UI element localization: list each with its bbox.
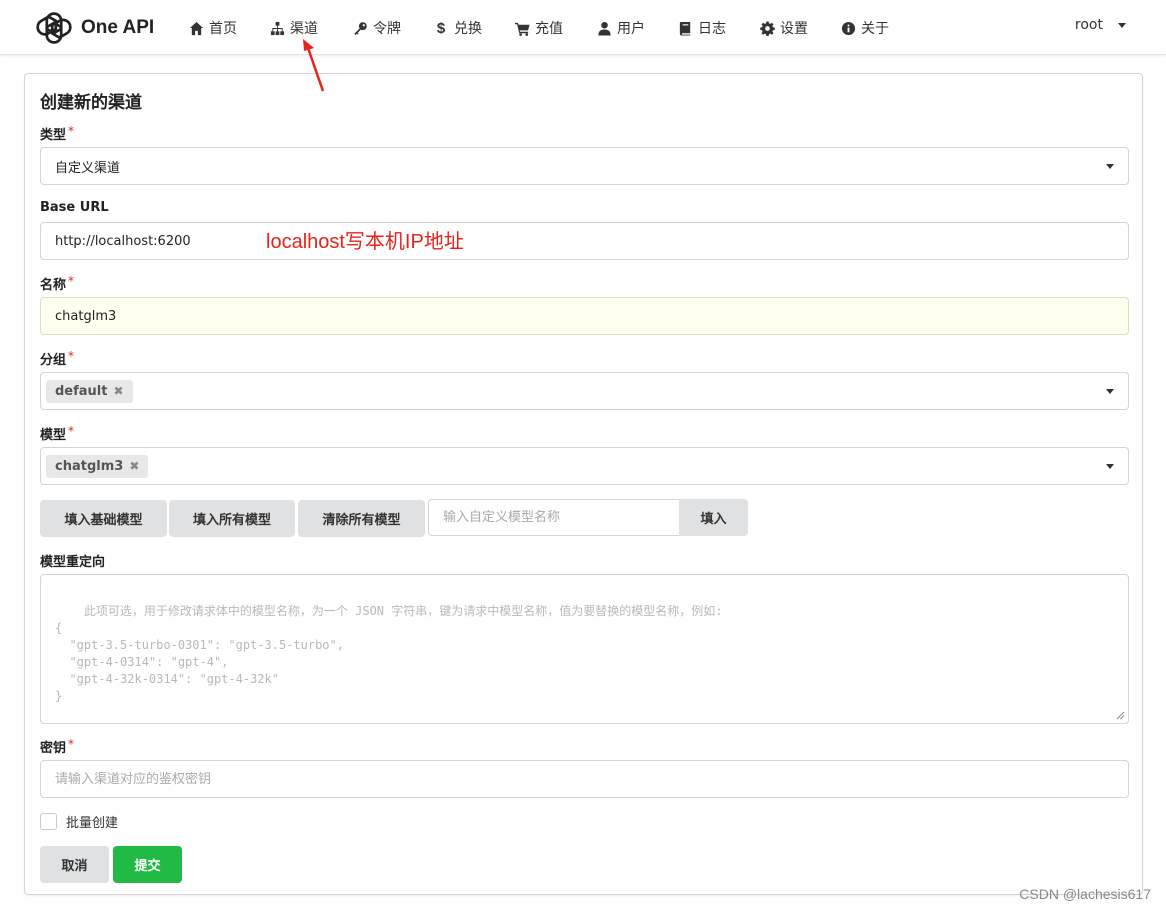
base-url-input[interactable] [40, 222, 1129, 260]
name-input[interactable] [40, 297, 1129, 335]
watermark: CSDN @lachesis617 [1019, 886, 1151, 902]
group-multiselect[interactable]: default ✖ [40, 372, 1129, 410]
nav-settings-label: 设置 [780, 21, 808, 37]
model-mapping-placeholder: 此项可选，用于修改请求体中的模型名称，为一个 JSON 字符串，键为请求中模型名… [55, 604, 723, 703]
cancel-button[interactable]: 取消 [40, 846, 109, 883]
models-label-text: 模型 [40, 428, 67, 443]
custom-model-input[interactable] [428, 499, 679, 536]
home-icon [188, 20, 204, 36]
type-label: 类型 * [40, 124, 74, 143]
page-title: 创建新的渠道 [40, 93, 142, 113]
base-url-input-field[interactable] [55, 233, 1128, 249]
book-icon [677, 20, 693, 36]
models-label: 模型 * [40, 424, 74, 443]
nav-about[interactable]: 关于 [840, 17, 889, 39]
close-icon[interactable]: ✖ [129, 459, 139, 473]
create-channel-card: 创建新的渠道 类型* 自定义渠道 Base URL 名称* 分组* defaul… [24, 73, 1143, 895]
nav-tokens-label: 令牌 [373, 21, 401, 37]
nav-channels-label: 渠道 [290, 21, 318, 37]
gear-icon [759, 20, 775, 36]
nav-users[interactable]: 用户 [596, 17, 645, 39]
required-asterisk: * [68, 737, 75, 751]
type-label-text: 类型 [40, 128, 67, 143]
dollar-icon: $ [436, 19, 446, 37]
name-label-text: 名称 [40, 278, 67, 293]
nav-redeem-label: 兑换 [454, 21, 482, 37]
close-icon[interactable]: ✖ [113, 384, 123, 398]
model-mapping-label: 模型重定向 [40, 555, 106, 570]
dropdown-caret-icon [1106, 389, 1114, 394]
resize-grip-icon[interactable] [1116, 711, 1125, 720]
openai-logo-icon [36, 12, 72, 44]
batch-create-label: 批量创建 [66, 816, 119, 831]
nav-tokens[interactable]: 令牌 [352, 17, 401, 39]
nav-home-label: 首页 [209, 21, 237, 37]
nav-redeem[interactable]: $ 兑换 [433, 17, 482, 39]
dropdown-caret-icon [1106, 464, 1114, 469]
user-menu[interactable]: root [1075, 17, 1126, 33]
batch-create-toggle[interactable]: 批量创建 [40, 812, 118, 831]
name-input-field[interactable] [55, 308, 1128, 324]
cart-icon [514, 20, 530, 36]
key-icon [352, 20, 368, 36]
models-multiselect[interactable]: chatglm3 ✖ [40, 447, 1129, 485]
group-label-text: 分组 [40, 353, 67, 368]
user-name: root [1074, 17, 1103, 33]
key-label: 密钥 * [40, 737, 74, 756]
nav-users-label: 用户 [617, 21, 645, 37]
nav-logs-label: 日志 [698, 21, 726, 37]
clear-all-models-button[interactable]: 清除所有模型 [298, 500, 425, 537]
annotation-text: localhost写本机IP地址 [266, 231, 464, 253]
required-asterisk: * [68, 424, 75, 438]
brand[interactable]: One API [36, 10, 154, 46]
group-chip-label: default [55, 383, 108, 399]
brand-name: One API [81, 17, 155, 38]
required-asterisk: * [68, 349, 75, 363]
key-input[interactable] [40, 760, 1129, 798]
group-label: 分组 * [40, 349, 74, 368]
type-select-value: 自定义渠道 [55, 160, 121, 176]
nav-topup-label: 充值 [535, 21, 563, 37]
chevron-down-icon [1118, 22, 1126, 28]
batch-create-checkbox[interactable] [40, 813, 57, 830]
key-input-field[interactable] [55, 771, 1128, 787]
required-asterisk: * [68, 274, 75, 288]
name-label: 名称 * [40, 274, 74, 293]
top-navbar: One API 首页 渠道 令牌 $ 兑换 充值 用户 日志 设置 关于 roo… [0, 0, 1166, 55]
model-chip[interactable]: chatglm3 ✖ [46, 454, 149, 478]
nav-settings[interactable]: 设置 [759, 17, 808, 39]
base-url-label: Base URL [40, 200, 109, 215]
submit-button[interactable]: 提交 [113, 846, 182, 883]
group-chip[interactable]: default ✖ [46, 379, 133, 403]
dropdown-caret-icon [1106, 164, 1114, 169]
custom-model-input-field[interactable] [443, 510, 679, 525]
nav-about-label: 关于 [861, 21, 889, 37]
user-icon [596, 20, 612, 36]
model-mapping-textarea[interactable]: 此项可选，用于修改请求体中的模型名称，为一个 JSON 字符串，键为请求中模型名… [40, 574, 1129, 724]
sitemap-icon [269, 20, 285, 36]
key-label-text: 密钥 [40, 741, 67, 756]
info-icon [840, 20, 856, 36]
fill-basic-models-button[interactable]: 填入基础模型 [40, 500, 167, 537]
nav-logs[interactable]: 日志 [677, 17, 726, 39]
fill-custom-model-button[interactable]: 填入 [679, 499, 748, 536]
nav-topup[interactable]: 充值 [514, 17, 563, 39]
type-select[interactable]: 自定义渠道 [40, 147, 1129, 185]
required-asterisk: * [68, 124, 75, 138]
annotation-arrow [303, 39, 325, 92]
nav-home[interactable]: 首页 [188, 17, 237, 39]
fill-all-models-button[interactable]: 填入所有模型 [169, 500, 295, 537]
model-chip-label: chatglm3 [55, 458, 124, 474]
